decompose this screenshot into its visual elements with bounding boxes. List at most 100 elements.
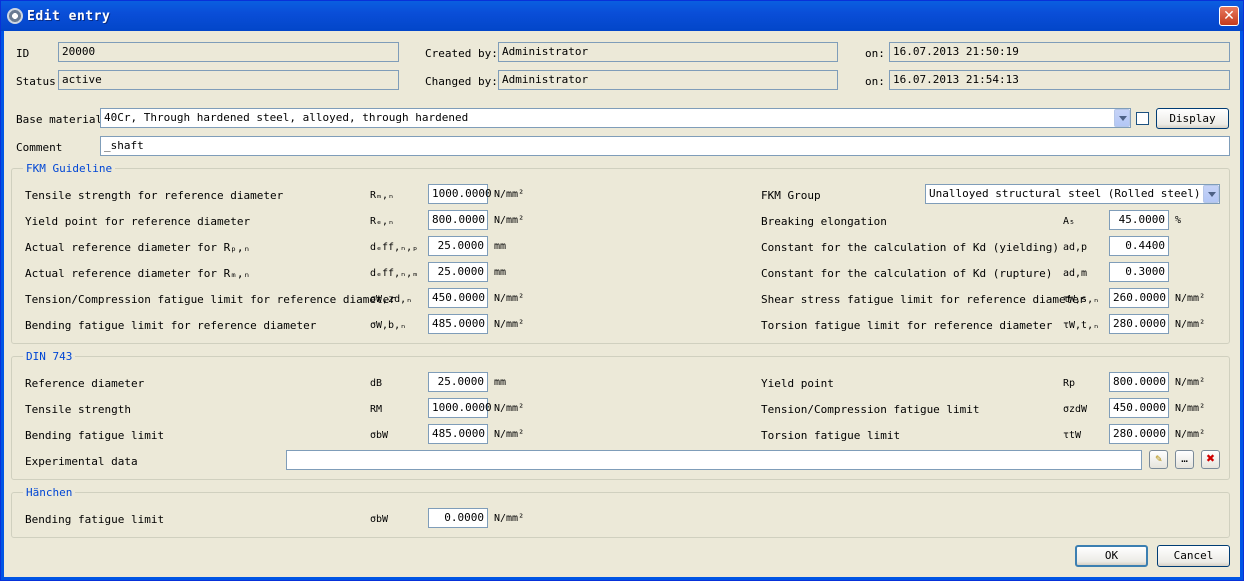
dialog-window: Edit entry ✕ ID 20000 Created by: Admini… <box>0 0 1244 581</box>
chevron-down-icon[interactable] <box>1114 109 1130 127</box>
fkm-right-sym-4: τW,t,ₙ <box>1063 320 1100 331</box>
cancel-button[interactable]: Cancel <box>1157 545 1230 567</box>
din-right-sym-1: σzdW <box>1063 404 1088 415</box>
fkm-left-sym-4: σW,zd,ₙ <box>370 294 413 305</box>
fkm-left-input-3[interactable]: 25.0000 <box>428 262 488 282</box>
chevron-down-icon[interactable] <box>1203 185 1219 203</box>
ellipsis-icon: … <box>1181 452 1188 465</box>
din-right-unit-2: N/mm² <box>1175 429 1206 440</box>
haenchen-input[interactable]: 0.0000 <box>428 508 488 528</box>
created-by-field[interactable]: Administrator <box>498 42 838 62</box>
din-right-input-2[interactable]: 280.0000 <box>1109 424 1169 444</box>
fkm-left-sym-0: Rₘ,ₙ <box>370 190 395 201</box>
din-left-sym-1: RM <box>370 404 383 415</box>
fkm-right-input-0[interactable]: 45.0000 <box>1109 210 1169 230</box>
fkm-left-label-0: Tensile strength for reference diameter <box>25 189 284 202</box>
din-left-input-1[interactable]: 1000.0000 <box>428 398 492 418</box>
fkm-guideline-title: FKM Guideline <box>23 162 116 175</box>
fkm-right-label-1: Constant for the calculation of Kd (yiel… <box>761 241 1060 254</box>
changed-by-field[interactable]: Administrator <box>498 70 838 90</box>
created-on-field[interactable]: 16.07.2013 21:50:19 <box>889 42 1230 62</box>
close-button[interactable]: ✕ <box>1219 6 1239 26</box>
din-right-label-2: Torsion fatigue limit <box>761 429 901 442</box>
status-field[interactable]: active <box>58 70 399 90</box>
din-left-input-0[interactable]: 25.0000 <box>428 372 488 392</box>
fkm-left-label-4: Tension/Compression fatigue limit for re… <box>25 293 396 306</box>
fkm-group-select[interactable]: Unalloyed structural steel (Rolled steel… <box>925 184 1220 204</box>
created-on-label: on: <box>865 47 885 60</box>
fkm-left-unit-2: mm <box>494 241 507 252</box>
din-left-unit-0: mm <box>494 377 507 388</box>
app-icon <box>7 8 23 24</box>
fkm-right-sym-1: ad,p <box>1063 242 1088 253</box>
fkm-right-label-2: Constant for the calculation of Kd (rupt… <box>761 267 1053 280</box>
fkm-right-label-4: Torsion fatigue limit for reference diam… <box>761 319 1053 332</box>
base-material-select[interactable]: 40Cr, Through hardened steel, alloyed, t… <box>100 108 1131 128</box>
fkm-group-value: Unalloyed structural steel (Rolled steel… <box>929 187 1201 200</box>
close-icon: ✕ <box>1223 8 1235 24</box>
fkm-left-input-5[interactable]: 485.0000 <box>428 314 488 334</box>
comment-input[interactable]: _shaft <box>100 136 1230 156</box>
comment-label: Comment <box>16 141 63 154</box>
display-button[interactable]: Display <box>1156 108 1229 129</box>
fkm-left-unit-0: N/mm² <box>494 189 525 200</box>
changed-by-label: Changed by: <box>425 75 498 88</box>
fkm-left-label-2: Actual reference diameter for Rₚ,ₙ <box>25 241 251 254</box>
fkm-left-label-1: Yield point for reference diameter <box>25 215 251 228</box>
fkm-left-input-1[interactable]: 800.0000 <box>428 210 488 230</box>
haenchen-title: Hänchen <box>23 486 76 499</box>
dialog-body: ID 20000 Created by: Administrator on: 1… <box>4 31 1240 577</box>
fkm-left-unit-5: N/mm² <box>494 319 525 330</box>
fkm-right-input-2[interactable]: 0.3000 <box>1109 262 1169 282</box>
id-field[interactable]: 20000 <box>58 42 399 62</box>
fkm-right-unit-3: N/mm² <box>1175 293 1206 304</box>
din-left-label-1: Tensile strength <box>25 403 131 416</box>
display-checkbox[interactable] <box>1136 112 1149 125</box>
din-left-sym-0: dB <box>370 378 383 389</box>
din-right-input-1[interactable]: 450.0000 <box>1109 398 1169 418</box>
fkm-left-unit-3: mm <box>494 267 507 278</box>
din-right-sym-2: τtW <box>1063 430 1082 441</box>
fkm-right-input-3[interactable]: 260.0000 <box>1109 288 1169 308</box>
din-left-unit-1: N/mm² <box>494 403 525 414</box>
din-left-input-2[interactable]: 485.0000 <box>428 424 488 444</box>
fkm-right-unit-4: N/mm² <box>1175 319 1206 330</box>
edit-icon[interactable]: ✎ <box>1149 450 1168 469</box>
fkm-right-sym-3: τW,s,ₙ <box>1063 294 1100 305</box>
fkm-left-sym-3: dₑff,ₙ,ₘ <box>370 268 419 279</box>
haenchen-unit: N/mm² <box>494 513 525 524</box>
experimental-data-label: Experimental data <box>25 455 138 468</box>
delete-icon[interactable]: ✖ <box>1201 450 1220 469</box>
fkm-left-unit-4: N/mm² <box>494 293 525 304</box>
base-material-value: 40Cr, Through hardened steel, alloyed, t… <box>104 111 469 124</box>
haenchen-group <box>11 492 1230 538</box>
changed-on-field[interactable]: 16.07.2013 21:54:13 <box>889 70 1230 90</box>
fkm-left-label-5: Bending fatigue limit for reference diam… <box>25 319 317 332</box>
experimental-data-input[interactable] <box>286 450 1142 470</box>
fkm-right-label-3: Shear stress fatigue limit for reference… <box>761 293 1086 306</box>
fkm-right-unit-0: % <box>1175 215 1182 226</box>
din-right-unit-0: N/mm² <box>1175 377 1206 388</box>
browse-button[interactable]: … <box>1175 450 1194 469</box>
haenchen-sym: σbW <box>370 514 389 525</box>
fkm-left-input-2[interactable]: 25.0000 <box>428 236 488 256</box>
fkm-right-label-0: Breaking elongation <box>761 215 887 228</box>
fkm-left-sym-2: dₑff,ₙ,ₚ <box>370 242 419 253</box>
fkm-right-input-4[interactable]: 280.0000 <box>1109 314 1169 334</box>
fkm-left-sym-1: Rₑ,ₙ <box>370 216 395 227</box>
fkm-left-input-0[interactable]: 1000.0000 <box>428 184 492 204</box>
title-bar[interactable]: Edit entry ✕ <box>1 1 1243 31</box>
fkm-left-label-3: Actual reference diameter for Rₘ,ₙ <box>25 267 251 280</box>
id-label: ID <box>16 47 30 60</box>
status-label: Status <box>16 75 56 88</box>
created-by-label: Created by: <box>425 47 498 60</box>
din-right-unit-1: N/mm² <box>1175 403 1206 414</box>
changed-on-label: on: <box>865 75 885 88</box>
din-743-title: DIN 743 <box>23 350 76 363</box>
fkm-left-sym-5: σW,b,ₙ <box>370 320 407 331</box>
ok-button[interactable]: OK <box>1075 545 1148 567</box>
din-right-input-0[interactable]: 800.0000 <box>1109 372 1169 392</box>
din-right-label-0: Yield point <box>761 377 834 390</box>
fkm-left-input-4[interactable]: 450.0000 <box>428 288 488 308</box>
fkm-right-input-1[interactable]: 0.4400 <box>1109 236 1169 256</box>
